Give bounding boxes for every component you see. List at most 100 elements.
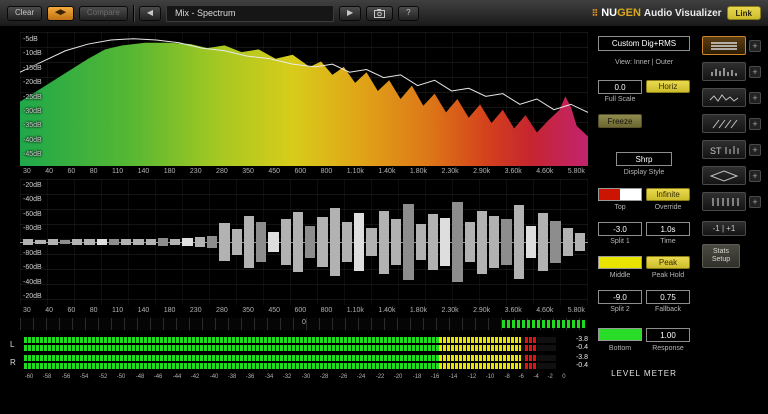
- meter-scale-label: -38: [227, 373, 237, 380]
- add-mode-button[interactable]: +: [749, 195, 761, 208]
- response-value[interactable]: 1.00: [646, 328, 690, 342]
- freq-tick-label: 180: [163, 168, 176, 175]
- meter-scale-label: -56: [61, 373, 71, 380]
- bottom-color-swatch[interactable]: [598, 328, 642, 341]
- freq-tick-label: 600: [294, 168, 307, 175]
- time-value[interactable]: 1.0s: [646, 222, 690, 236]
- add-mode-button[interactable]: +: [749, 39, 761, 52]
- freq-tick-label: 450: [268, 307, 281, 314]
- mode-spectrum-bars-button[interactable]: [702, 62, 746, 81]
- meter-scale-label: -18: [412, 373, 421, 380]
- full-scale-label: Full Scale: [604, 96, 636, 103]
- fallback-value[interactable]: 0.75: [646, 290, 690, 304]
- mode-lines-button[interactable]: [702, 36, 746, 55]
- compare-button[interactable]: Compare: [78, 5, 128, 21]
- meter-scale-label: -24: [356, 373, 366, 380]
- hatch-icon: [712, 119, 738, 128]
- freeze-button[interactable]: Freeze: [598, 114, 642, 128]
- spectrum-display: -5dB -10dB -15dB -20dB -25dB -30dB -35dB -40dB -…: [20, 32, 588, 166]
- freq-tick-label: 1.40k: [378, 168, 396, 175]
- correlation-meter: 0: [20, 318, 588, 330]
- meter-scale-label: -34: [264, 373, 274, 380]
- meter-bar: [24, 345, 556, 351]
- add-mode-button[interactable]: +: [749, 91, 761, 104]
- freq-tick-label: 140: [137, 168, 150, 175]
- history-bar: [452, 201, 463, 283]
- mode-vertical-bars-button[interactable]: [702, 192, 746, 211]
- meter-scale-label: -36: [246, 373, 255, 380]
- back-arrow-icon: ◀: [146, 8, 153, 17]
- top-color-swatch[interactable]: [598, 188, 642, 201]
- freq-tick-label: 230: [189, 307, 202, 314]
- link-button[interactable]: Link: [726, 6, 761, 20]
- freq-tick-label: 1.80k: [409, 307, 428, 314]
- meter-readouts: -3.8 -0.4: [556, 354, 588, 370]
- mode-waveform-button[interactable]: [702, 88, 746, 107]
- add-mode-button[interactable]: +: [749, 65, 761, 78]
- correlation-range-button[interactable]: -1 | +1: [702, 221, 746, 236]
- analysis-mode-select[interactable]: Custom Dig+RMS: [598, 36, 690, 51]
- mode-hatch-button[interactable]: [702, 114, 746, 133]
- add-mode-button[interactable]: +: [749, 169, 761, 182]
- peak-hold-segment: [525, 355, 537, 361]
- full-scale-value[interactable]: 0.0: [598, 80, 642, 94]
- snapshot-button[interactable]: [366, 5, 394, 21]
- view-label: View: Inner | Outer: [614, 59, 674, 66]
- history-bar: [145, 238, 156, 246]
- history-bar: [329, 207, 340, 277]
- history-bar: [354, 213, 365, 271]
- freq-tick-label: 280: [216, 168, 228, 175]
- add-mode-button[interactable]: +: [749, 117, 761, 130]
- meter-readouts: -3.8 -0.4: [556, 336, 588, 352]
- bottom-label: Bottom: [608, 345, 632, 352]
- freq-tick-label: 350: [242, 307, 254, 314]
- display-style-select[interactable]: Shrp: [616, 152, 672, 166]
- freq-tick-label: 40: [45, 307, 54, 314]
- split1-value[interactable]: -3.0: [598, 222, 642, 236]
- stats-setup-button[interactable]: Stats Setup: [702, 244, 740, 268]
- freq-tick-label: 3.60k: [504, 168, 522, 175]
- infinite-button[interactable]: Infinite: [646, 188, 690, 201]
- top-label: Top: [614, 204, 626, 211]
- add-mode-button[interactable]: +: [749, 143, 761, 156]
- play-button[interactable]: ▶: [338, 5, 362, 21]
- preset-select[interactable]: Mix - Spectrum: [165, 4, 334, 22]
- brand-logo: ⠿ NUGEN Audio Visualizer: [592, 7, 722, 19]
- mode-stereo-button[interactable]: ST: [702, 140, 746, 159]
- split2-value[interactable]: -9.0: [598, 290, 642, 304]
- horiz-button[interactable]: Horiz: [646, 80, 690, 93]
- history-bar: [440, 218, 451, 266]
- history-bar: [268, 231, 279, 253]
- meter-scale-label: -48: [135, 373, 145, 380]
- time-label: Time: [660, 238, 676, 245]
- freq-tick-label: 800: [320, 168, 333, 175]
- clear-button[interactable]: Clear: [7, 5, 43, 21]
- history-bar: [366, 228, 377, 256]
- mode-vectorscope-button[interactable]: [702, 166, 746, 185]
- freq-tick-label: 280: [216, 307, 228, 314]
- history-bar: [182, 238, 193, 246]
- brand-nu: NU: [601, 7, 618, 19]
- middle-color-swatch[interactable]: [598, 256, 642, 269]
- swap-ab-icon[interactable]: ◀▶: [47, 5, 74, 21]
- previous-preset-icon[interactable]: ◀: [138, 5, 161, 21]
- history-bar: [96, 239, 107, 245]
- meter-scale-label: -8: [504, 373, 510, 380]
- peak-button[interactable]: Peak: [646, 256, 690, 269]
- history-bar: [231, 229, 242, 255]
- svg-text:ST: ST: [710, 146, 722, 156]
- history-bar: [403, 204, 414, 280]
- freq-tick-label: 180: [163, 307, 176, 314]
- meter-scale: -60 -58 -56 -54 -52 -50 -48 -46 -44 -42 -40 -38 -36-…: [24, 373, 566, 380]
- freq-tick-label: 2.90k: [473, 168, 491, 175]
- freq-tick-label: 4.60k: [536, 168, 554, 175]
- help-button[interactable]: ?: [398, 5, 419, 21]
- lines-icon: [711, 41, 737, 50]
- freq-tick-label: 80: [89, 307, 98, 314]
- meter-scale-label: -4: [533, 373, 539, 380]
- meter-scale-label: -44: [172, 373, 181, 380]
- history-bar: [133, 239, 144, 245]
- meter-scale-label: 0: [562, 373, 566, 380]
- brand-product: Audio Visualizer: [643, 7, 722, 19]
- history-bar: [489, 215, 500, 269]
